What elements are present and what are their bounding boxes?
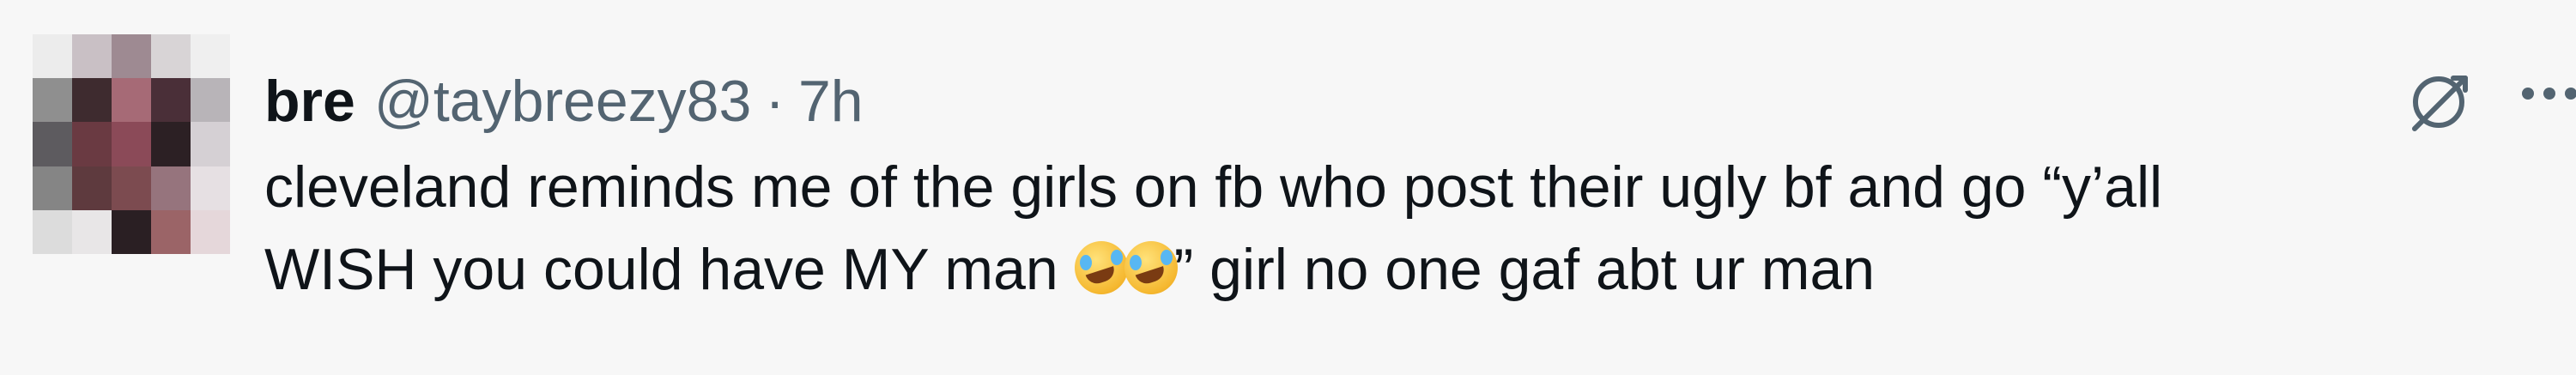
avatar-tile (72, 122, 112, 166)
avatar-tile (112, 166, 151, 210)
grok-icon[interactable] (2403, 67, 2474, 137)
avatar-tile (33, 166, 72, 210)
avatar-tile (112, 122, 151, 166)
avatar-tile (112, 78, 151, 123)
avatar[interactable] (33, 34, 230, 254)
author-name[interactable]: bre (264, 62, 355, 141)
tweet[interactable]: bre @taybreezy83 · 7h cleveland reminds … (0, 0, 2576, 375)
rolling-on-floor-laughing-icon (1124, 241, 1178, 294)
avatar-tile (191, 34, 230, 79)
avatar-tile (112, 209, 151, 254)
avatar-tile (72, 166, 112, 210)
tweet-text-line-2: WISH you could have MY man (264, 237, 1075, 302)
timestamp[interactable]: 7h (798, 62, 864, 141)
avatar-tile (191, 166, 230, 210)
rolling-on-floor-laughing-icon (1074, 241, 1128, 294)
avatar-tile (72, 34, 112, 79)
separator-dot: · (765, 69, 785, 134)
avatar-tile (191, 78, 230, 123)
avatar-tile (151, 166, 191, 210)
avatar-tile (72, 209, 112, 254)
avatar-tile (191, 122, 230, 166)
avatar-tile (151, 34, 191, 79)
tweet-text-line-1: cleveland reminds me of the girls on fb … (264, 154, 2163, 220)
avatar-tile (112, 34, 151, 79)
avatar-tile (72, 78, 112, 123)
tweet-text-line-2-end: ” girl no one gaf abt ur man (1173, 237, 1876, 302)
avatar-tile (33, 122, 72, 166)
tweet-content: bre @taybreezy83 · 7h cleveland reminds … (264, 62, 2576, 311)
avatar-tile (191, 209, 230, 254)
avatar-tile (33, 209, 72, 254)
avatar-tile (33, 78, 72, 123)
avatar-tile (151, 209, 191, 254)
tweet-text: cleveland reminds me of the girls on fb … (264, 146, 2576, 311)
avatar-tile (151, 122, 191, 166)
avatar-tile (151, 78, 191, 123)
tweet-header: bre @taybreezy83 · 7h (264, 62, 2576, 141)
author-handle[interactable]: @taybreezy83 (374, 62, 751, 141)
avatar-tile (33, 34, 72, 79)
more-options-icon[interactable] (2522, 88, 2576, 103)
